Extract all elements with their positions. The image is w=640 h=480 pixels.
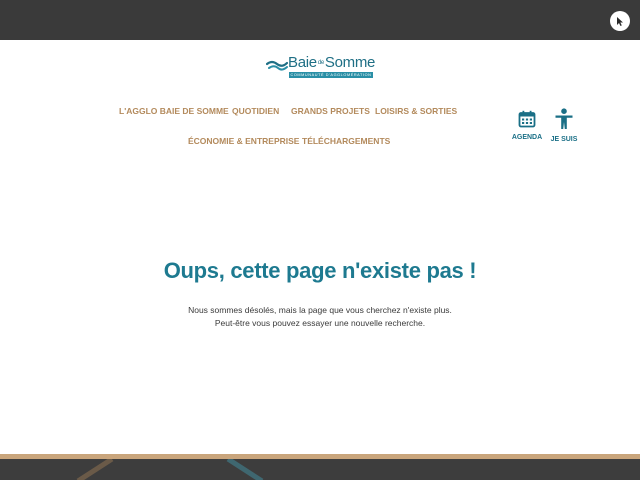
calendar-icon [518, 110, 536, 128]
nav-item-economie[interactable]: ÉCONOMIE & ENTREPRISE [188, 136, 299, 146]
cursor-icon [617, 16, 623, 26]
je-suis-label: JE SUIS [550, 136, 578, 143]
footer [0, 459, 640, 480]
footer-decoration [76, 459, 264, 480]
agenda-link[interactable]: AGENDA [510, 110, 544, 141]
top-bar [0, 0, 640, 40]
nav-item-agglo[interactable]: L'AGGLO BAIE DE SOMME [119, 106, 229, 116]
logo-tagline: COMMUNAUTÉ D'AGGLOMÉRATION [289, 72, 373, 78]
error-message-line-1: Nous sommes désolés, mais la page que vo… [188, 305, 452, 315]
nav-item-loisirs[interactable]: LOISIRS & SORTIES [375, 106, 457, 116]
je-suis-link[interactable]: JE SUIS [547, 108, 581, 143]
logo-name: BaiedeSomme [288, 54, 376, 71]
cursor-button[interactable] [610, 11, 630, 31]
site-logo[interactable]: BaiedeSomme COMMUNAUTÉ D'AGGLOMÉRATION [266, 54, 376, 80]
error-message-line-2: Peut-être vous pouvez essayer une nouvel… [214, 318, 426, 328]
nav-item-grands-projets[interactable]: GRANDS PROJETS [291, 106, 370, 116]
error-title: Oups, cette page n'existe pas ! [163, 258, 477, 283]
nav-item-telechargements[interactable]: TÉLÉCHARGEMENTS [302, 136, 390, 146]
agenda-label: AGENDA [511, 134, 543, 141]
nav-item-quotidien[interactable]: QUOTIDIEN [232, 106, 279, 116]
person-icon [555, 108, 573, 129]
waves-icon [266, 60, 288, 71]
